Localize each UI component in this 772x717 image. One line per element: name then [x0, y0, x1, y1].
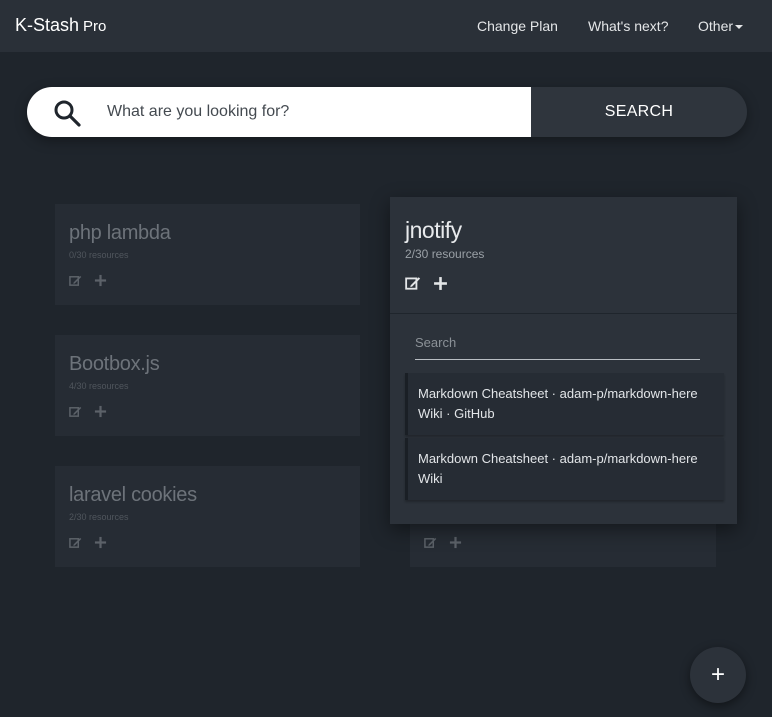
- plus-icon[interactable]: [94, 274, 107, 287]
- stash-actions: [405, 275, 448, 291]
- stash-card-laravel-cookies[interactable]: laravel cookies 2/30 resources: [55, 466, 360, 567]
- stash-card-php-lambda[interactable]: php lambda 0/30 resources: [55, 204, 360, 305]
- stash-title: Bootbox.js: [69, 353, 160, 375]
- resource-title: Markdown Cheatsheet · adam-p/markdown-he…: [418, 451, 698, 486]
- search-input[interactable]: [107, 87, 517, 137]
- divider: [390, 313, 737, 314]
- resource-item[interactable]: Markdown Cheatsheet · adam-p/markdown-he…: [405, 438, 724, 500]
- stash-resource-count: 4/30 resources: [69, 381, 129, 391]
- stash-actions: [424, 535, 462, 549]
- stash-actions: [69, 535, 107, 549]
- plus-icon[interactable]: [94, 405, 107, 418]
- resource-search-input[interactable]: [415, 325, 700, 360]
- stash-actions: [69, 404, 107, 418]
- caret-down-icon: [735, 25, 744, 30]
- stash-actions: [69, 273, 107, 287]
- search-icon: [54, 100, 81, 127]
- stash-resource-count: 2/30 resources: [405, 247, 485, 261]
- brand-logo[interactable]: K-Stash Pro: [15, 15, 106, 36]
- resource-title: Markdown Cheatsheet · adam-p/markdown-he…: [418, 386, 698, 421]
- stash-title: php lambda: [69, 222, 171, 244]
- edit-icon[interactable]: [69, 274, 82, 287]
- plus-icon[interactable]: [94, 536, 107, 549]
- stash-title: laravel cookies: [69, 484, 197, 506]
- brand-suffix: Pro: [83, 18, 107, 35]
- navbar: K-Stash Pro Change Plan What's next? Othe…: [0, 0, 772, 52]
- stash-resource-count: 2/30 resources: [69, 512, 129, 522]
- edit-icon[interactable]: [405, 275, 421, 291]
- stash-resource-count: 0/30 resources: [69, 250, 129, 260]
- nav-other-label: Other: [698, 18, 734, 34]
- plus-icon[interactable]: [433, 276, 448, 291]
- nav-other-dropdown[interactable]: Other: [698, 18, 744, 34]
- stash-title: jnotify: [405, 217, 462, 243]
- resource-item[interactable]: Markdown Cheatsheet · adam-p/markdown-he…: [405, 373, 724, 435]
- search-button[interactable]: SEARCH: [531, 87, 747, 137]
- search-input-wrap: [27, 87, 531, 137]
- search-bar: SEARCH: [27, 87, 747, 137]
- brand-name: K-Stash: [15, 15, 80, 35]
- nav-change-plan[interactable]: Change Plan: [477, 18, 558, 34]
- add-stash-button[interactable]: +: [690, 647, 746, 703]
- edit-icon[interactable]: [69, 536, 82, 549]
- nav-whats-next[interactable]: What's next?: [588, 18, 669, 34]
- stash-card-bootbox[interactable]: Bootbox.js 4/30 resources: [55, 335, 360, 436]
- edit-icon[interactable]: [424, 536, 437, 549]
- plus-icon[interactable]: [449, 536, 462, 549]
- edit-icon[interactable]: [69, 405, 82, 418]
- stash-card-jnotify-expanded[interactable]: jnotify 2/30 resources Markdown Cheatshe…: [390, 197, 737, 524]
